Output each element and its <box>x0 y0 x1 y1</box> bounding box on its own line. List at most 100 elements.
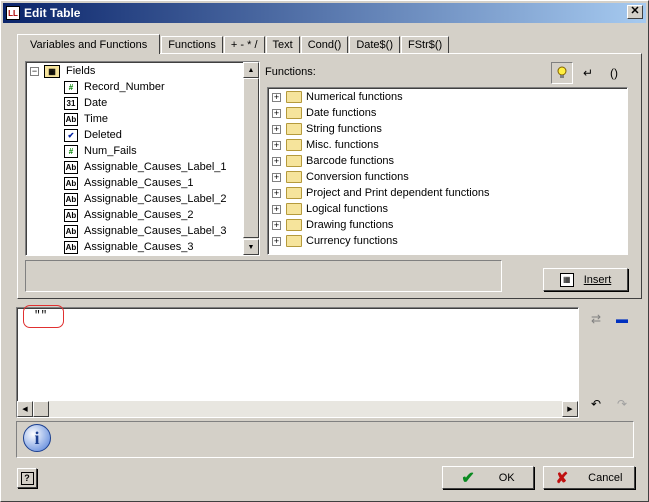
expression-editor[interactable]: "" ◀ ▶ <box>16 305 579 418</box>
editor-scroll-thumb[interactable] <box>33 401 49 417</box>
tab-date[interactable]: Date$() <box>349 36 400 53</box>
field-item[interactable]: Ab Assignable_Causes_Label_2 <box>64 191 227 207</box>
folder-icon <box>286 139 302 151</box>
expand-icon[interactable]: + <box>272 172 281 182</box>
function-group-label: Date functions <box>306 107 377 119</box>
expand-icon[interactable]: + <box>272 92 281 102</box>
collapse-icon[interactable]: − <box>30 66 39 76</box>
tab-functions[interactable]: Functions <box>161 36 223 53</box>
function-group-item[interactable]: + Date functions <box>272 105 376 121</box>
function-group-item[interactable]: + Drawing functions <box>272 217 393 233</box>
table-icon: ▦ <box>44 64 60 78</box>
scroll-down-icon[interactable]: ▼ <box>243 239 259 255</box>
calendar-icon: 31 <box>64 96 78 110</box>
text-icon: Ab <box>64 160 78 174</box>
ok-label: OK <box>498 471 515 484</box>
brackets-icon[interactable]: () <box>603 62 625 84</box>
function-group-item[interactable]: + Project and Print dependent functions <box>272 185 489 201</box>
insert-label: Insert <box>583 273 612 286</box>
field-label: Assignable_Causes_2 <box>84 209 194 221</box>
function-group-item[interactable]: + String functions <box>272 121 382 137</box>
field-item[interactable]: Ab Assignable_Causes_Label_1 <box>64 159 227 175</box>
wrap-icon[interactable]: ⇄ <box>585 308 607 330</box>
function-group-label: Numerical functions <box>306 91 403 103</box>
field-item[interactable]: Ab Assignable_Causes_1 <box>64 175 193 191</box>
function-group-label: String functions <box>306 123 382 135</box>
edit-table-dialog: LL Edit Table ✕ Variables and Functions … <box>0 0 649 502</box>
tab-strip: Variables and Functions Functions + - * … <box>17 34 450 54</box>
field-item[interactable]: Ab Assignable_Causes_Label_3 <box>64 223 227 239</box>
function-group-label: Conversion functions <box>306 171 409 183</box>
function-group-item[interactable]: + Numerical functions <box>272 89 403 105</box>
field-item[interactable]: # Num_Fails <box>64 143 137 159</box>
text-icon: Ab <box>64 208 78 222</box>
fields-tree[interactable]: − ▦ Fields # Record_Number 31 Date Ab Time ✔ De… <box>25 61 260 256</box>
folder-icon <box>286 107 302 119</box>
tab-fstr[interactable]: FStr$() <box>401 36 450 53</box>
lightbulb-icon[interactable] <box>551 62 573 84</box>
cancel-label: Cancel <box>588 471 623 484</box>
field-item[interactable]: 31 Date <box>64 95 107 111</box>
help-button[interactable]: ? <box>17 468 37 488</box>
text-icon: Ab <box>64 240 78 254</box>
tab-text[interactable]: Text <box>265 36 300 53</box>
tab-operators[interactable]: + - * / <box>223 36 265 53</box>
insert-icon: ▦ <box>559 272 574 287</box>
expand-icon[interactable]: + <box>272 108 281 118</box>
tab-variables-and-functions[interactable]: Variables and Functions <box>17 34 161 54</box>
text-icon: Ab <box>64 112 78 126</box>
scroll-right-icon[interactable]: ▶ <box>562 401 578 417</box>
functions-tree[interactable]: + Numerical functions + Date functions + Stri… <box>267 87 628 255</box>
folder-icon <box>286 187 302 199</box>
field-item[interactable]: # Record_Number <box>64 79 165 95</box>
tab-cond[interactable]: Cond() <box>300 36 349 53</box>
insert-button[interactable]: ▦ Insert <box>543 268 628 291</box>
editor-text[interactable]: "" <box>34 310 47 322</box>
function-group-item[interactable]: + Currency functions <box>272 233 398 249</box>
function-group-label: Currency functions <box>306 235 398 247</box>
function-group-item[interactable]: + Logical functions <box>272 201 388 217</box>
undo-icon[interactable]: ↶ <box>585 393 607 415</box>
field-label: Assignable_Causes_Label_1 <box>84 161 227 173</box>
field-label: Deleted <box>84 129 122 141</box>
field-item[interactable]: ✔ Deleted <box>64 127 122 143</box>
title-bar: LL Edit Table ✕ <box>3 3 646 23</box>
expand-icon[interactable]: + <box>272 124 281 134</box>
scroll-thumb[interactable] <box>243 78 259 238</box>
tree-root-fields[interactable]: − ▦ Fields <box>30 63 95 79</box>
function-group-item[interactable]: + Conversion functions <box>272 169 409 185</box>
field-label: Assignable_Causes_1 <box>84 177 194 189</box>
expand-icon[interactable]: + <box>272 188 281 198</box>
field-item[interactable]: Ab Time <box>64 111 108 127</box>
fields-scrollbar[interactable]: ▲ ▼ <box>243 62 259 255</box>
field-item[interactable]: Ab Assignable_Causes_3 <box>64 239 193 255</box>
function-group-item[interactable]: + Misc. functions <box>272 137 379 153</box>
field-label: Record_Number <box>84 81 165 93</box>
scroll-left-icon[interactable]: ◀ <box>17 401 33 417</box>
boolean-icon: ✔ <box>64 128 78 142</box>
redo-icon: ↷ <box>616 397 628 411</box>
folder-icon <box>286 235 302 247</box>
field-label: Assignable_Causes_Label_2 <box>84 193 227 205</box>
ok-button[interactable]: ✔ OK <box>442 466 534 489</box>
folder-icon <box>286 91 302 103</box>
checkmark-icon: ✔ <box>461 469 475 487</box>
scroll-up-icon[interactable]: ▲ <box>243 62 259 78</box>
keyboard-icon[interactable]: ▬ <box>611 308 633 330</box>
function-group-label: Drawing functions <box>306 219 394 231</box>
field-item[interactable]: Ab Assignable_Causes_2 <box>64 207 193 223</box>
enter-icon[interactable]: ↵ <box>577 62 599 84</box>
cancel-button[interactable]: ✘ Cancel <box>543 466 635 489</box>
expand-icon[interactable]: + <box>272 220 281 230</box>
expand-icon[interactable]: + <box>272 236 281 246</box>
expand-icon[interactable]: + <box>272 156 281 166</box>
function-group-label: Barcode functions <box>306 155 395 167</box>
function-group-item[interactable]: + Barcode functions <box>272 153 394 169</box>
field-label: Num_Fails <box>84 145 137 157</box>
field-label: Assignable_Causes_Label_3 <box>84 225 227 237</box>
editor-hscrollbar[interactable]: ◀ ▶ <box>17 401 578 417</box>
expand-icon[interactable]: + <box>272 140 281 150</box>
close-button[interactable]: ✕ <box>627 5 643 19</box>
expand-icon[interactable]: + <box>272 204 281 214</box>
numeric-icon: # <box>64 80 78 94</box>
